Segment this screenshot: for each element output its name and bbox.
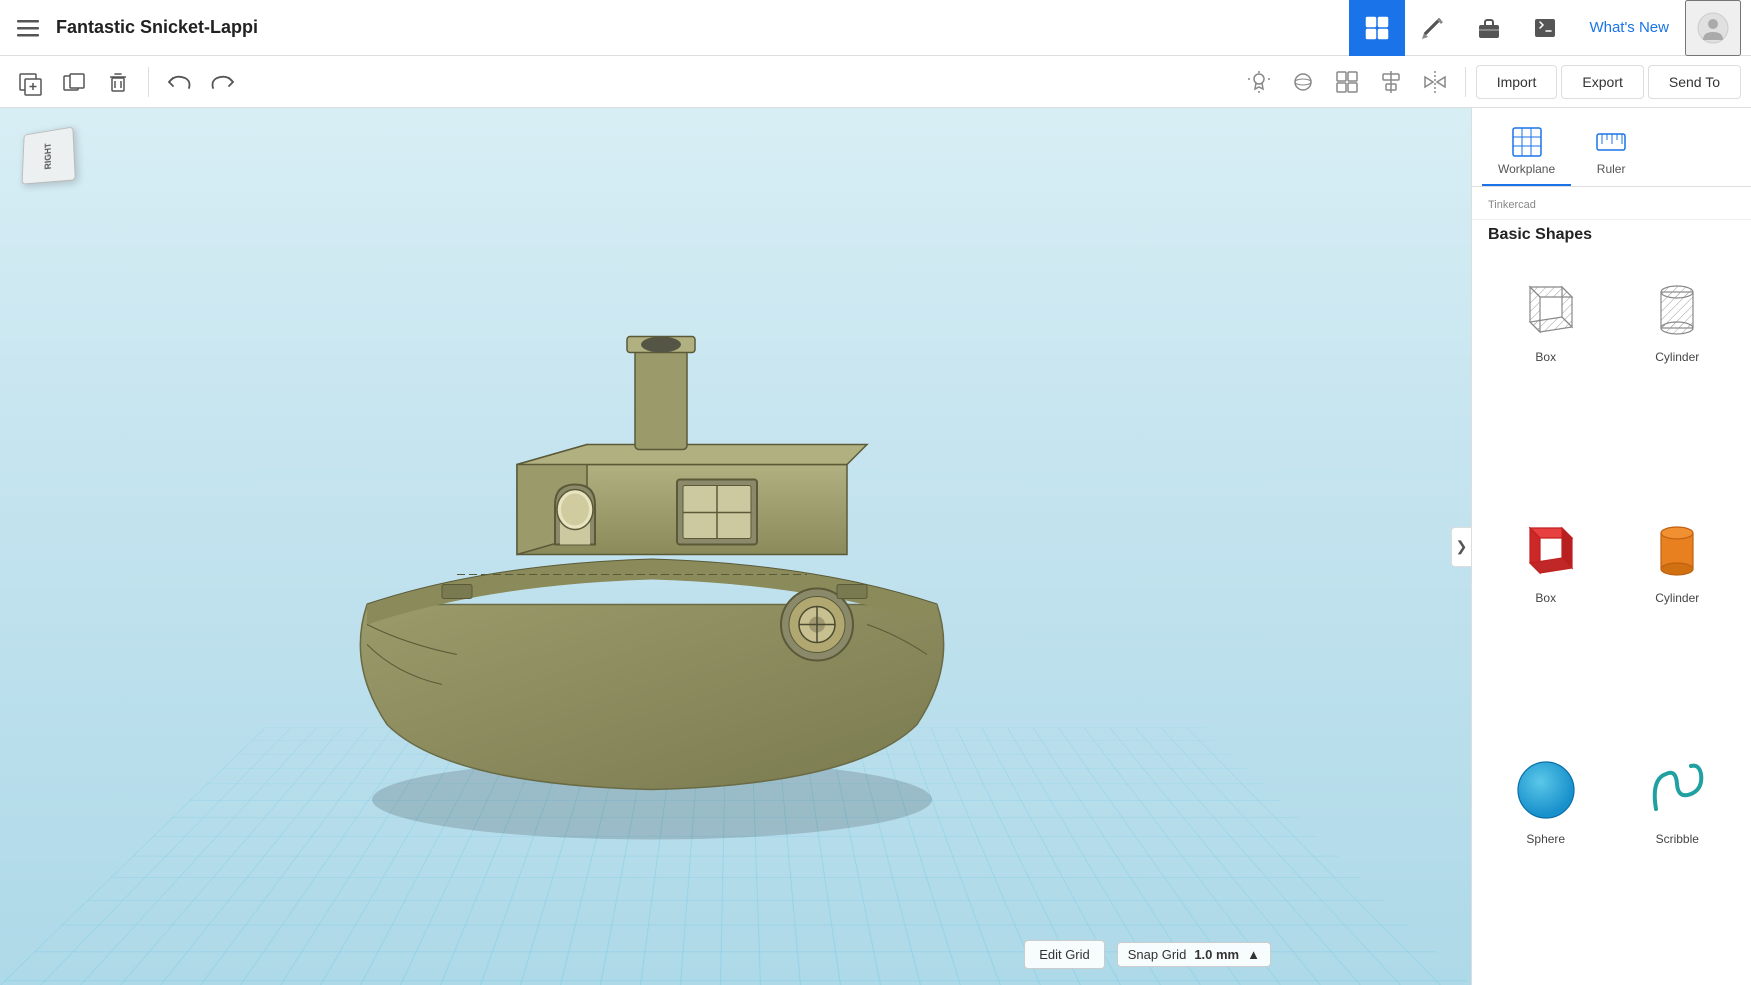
- shape-item-cylinder-gray[interactable]: Cylinder: [1616, 262, 1740, 495]
- whats-new-button[interactable]: What's New: [1573, 0, 1685, 56]
- shape-item-box-gray[interactable]: Box: [1484, 262, 1608, 495]
- new-object-button[interactable]: [10, 62, 50, 102]
- edit-grid-button[interactable]: Edit Grid: [1024, 940, 1105, 969]
- user-avatar-button[interactable]: [1685, 0, 1741, 56]
- toolbar-separator-2: [1465, 67, 1466, 97]
- 3d-viewport[interactable]: RIGHT: [0, 108, 1471, 985]
- undo-button[interactable]: [159, 62, 199, 102]
- group-tool-button[interactable]: [1327, 62, 1367, 102]
- panel-tabs: Workplane Ruler: [1472, 108, 1751, 187]
- shape-item-box-red[interactable]: Box: [1484, 503, 1608, 736]
- redo-button[interactable]: [203, 62, 243, 102]
- suitcase-button[interactable]: [1461, 0, 1517, 56]
- right-panel: Workplane Ruler Tinkercad Basic Sh: [1471, 108, 1751, 985]
- snap-grid-label: Snap Grid: [1128, 947, 1187, 962]
- sphere-blue-icon: [1510, 754, 1582, 826]
- ruler-label: Ruler: [1597, 162, 1626, 176]
- export-button[interactable]: Export: [1561, 65, 1643, 99]
- top-navigation: Fantastic Snicket-Lappi: [0, 0, 1751, 56]
- cylinder-gray-icon: [1641, 272, 1713, 344]
- box-gray-icon: [1510, 272, 1582, 344]
- hammer-button[interactable]: [1405, 0, 1461, 56]
- cylinder-orange-label: Cylinder: [1655, 591, 1699, 605]
- shape-tool-button[interactable]: [1283, 62, 1323, 102]
- shapes-title: Basic Shapes: [1472, 220, 1751, 254]
- workplane-icon: [1511, 126, 1543, 158]
- box-gray-label: Box: [1535, 350, 1556, 364]
- box-red-label: Box: [1535, 591, 1556, 605]
- panel-collapse-button[interactable]: ❯: [1451, 527, 1471, 567]
- shape-item-scribble[interactable]: Scribble: [1616, 744, 1740, 977]
- import-button[interactable]: Import: [1476, 65, 1558, 99]
- cylinder-orange-icon: [1641, 513, 1713, 585]
- project-title: Fantastic Snicket-Lappi: [56, 17, 1349, 38]
- view-cube-face[interactable]: RIGHT: [22, 127, 76, 185]
- snap-grid-control: Snap Grid 1.0 mm ▲: [1117, 942, 1271, 967]
- mirror-tool-button[interactable]: [1415, 62, 1455, 102]
- snap-grid-arrow[interactable]: ▲: [1247, 947, 1260, 962]
- cylinder-gray-label: Cylinder: [1655, 350, 1699, 364]
- shape-item-sphere-blue[interactable]: Sphere: [1484, 744, 1608, 977]
- snap-grid-value: 1.0 mm: [1194, 947, 1239, 962]
- send-to-button[interactable]: Send To: [1648, 65, 1741, 99]
- sphere-blue-label: Sphere: [1526, 832, 1565, 846]
- toolbar-separator-1: [148, 67, 149, 97]
- tab-ruler[interactable]: Ruler: [1571, 118, 1651, 186]
- menu-icon[interactable]: [10, 10, 46, 46]
- view-cube-label: RIGHT: [43, 142, 53, 169]
- scribble-icon: [1641, 754, 1713, 826]
- shape-item-cylinder-orange[interactable]: Cylinder: [1616, 503, 1740, 736]
- view-cube[interactable]: RIGHT: [20, 128, 80, 208]
- main-area: RIGHT: [0, 108, 1751, 985]
- boat-model: [287, 244, 1037, 849]
- canvas[interactable]: RIGHT: [0, 108, 1471, 985]
- light-tool-button[interactable]: [1239, 62, 1279, 102]
- ruler-icon: [1595, 126, 1627, 158]
- duplicate-button[interactable]: [54, 62, 94, 102]
- bottom-controls: Edit Grid Snap Grid 1.0 mm ▲: [1024, 940, 1271, 969]
- workplane-label: Workplane: [1498, 162, 1555, 176]
- nav-actions: What's New: [1349, 0, 1741, 56]
- box-red-icon: [1510, 513, 1582, 585]
- grid-view-button[interactable]: [1349, 0, 1405, 56]
- tab-workplane[interactable]: Workplane: [1482, 118, 1571, 186]
- delete-button[interactable]: [98, 62, 138, 102]
- shapes-category: Tinkercad: [1472, 187, 1751, 220]
- align-tool-button[interactable]: [1371, 62, 1411, 102]
- code-button[interactable]: [1517, 0, 1573, 56]
- shapes-grid: Box: [1472, 254, 1751, 985]
- scribble-label: Scribble: [1656, 832, 1699, 846]
- toolbar: Import Export Send To: [0, 56, 1751, 108]
